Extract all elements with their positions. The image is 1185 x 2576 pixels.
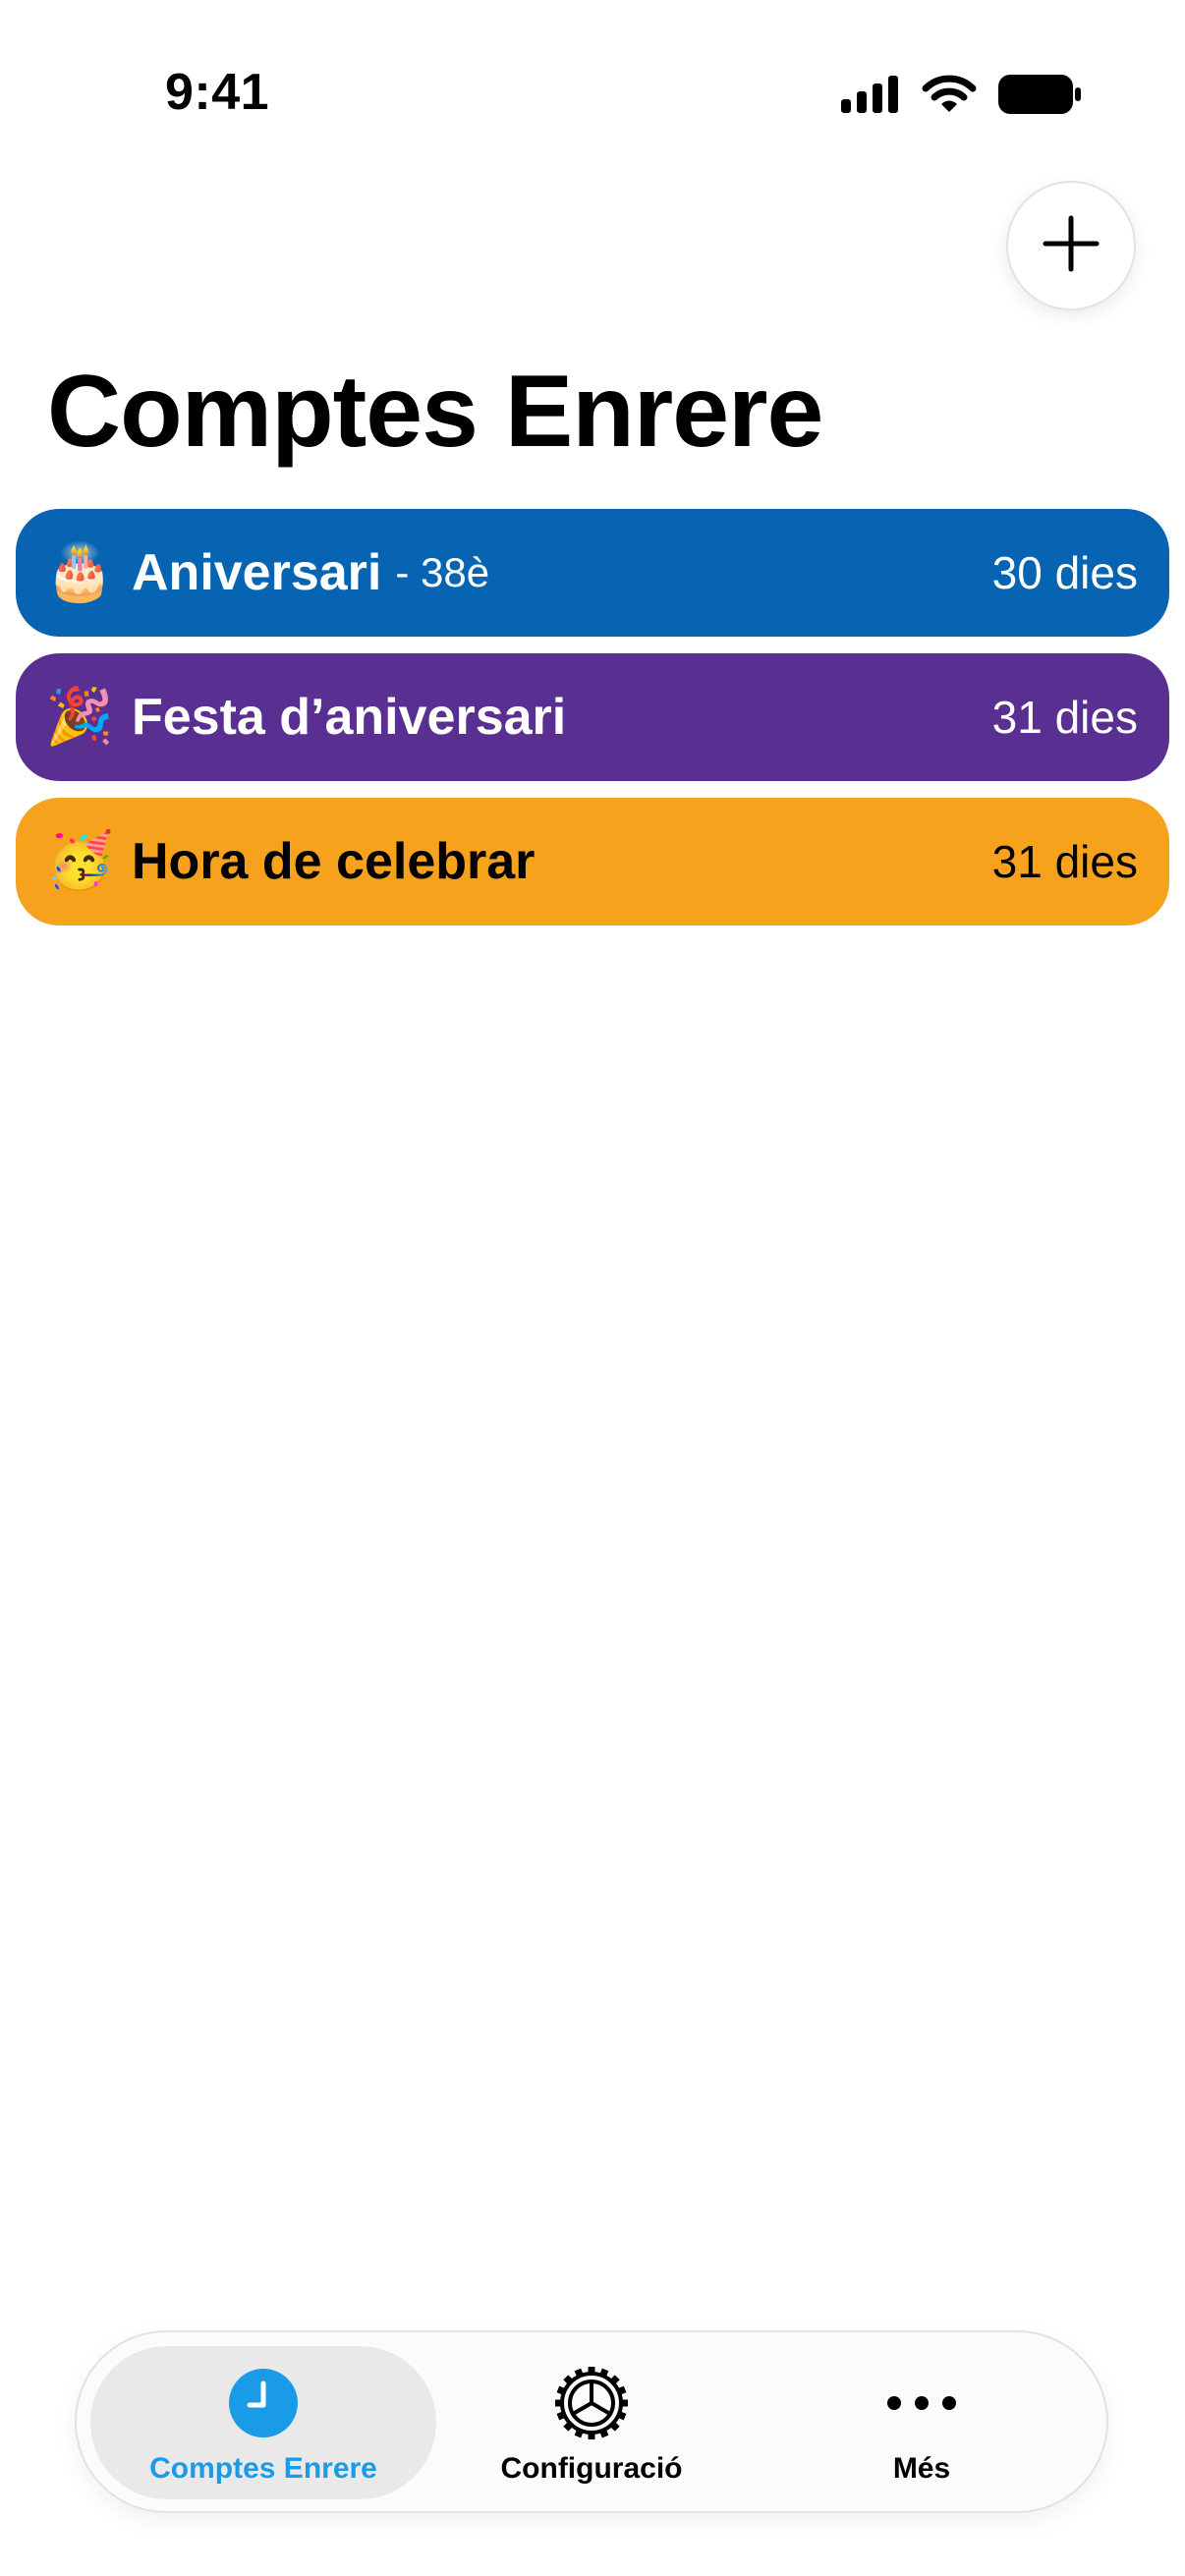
wifi-icon: [922, 75, 977, 119]
cake-emoji-icon: 🎂: [45, 540, 114, 604]
battery-icon: [998, 75, 1081, 119]
status-time: 9:41: [165, 64, 270, 121]
plus-icon: [1042, 214, 1100, 278]
tab-label: Comptes Enrere: [149, 2452, 377, 2485]
screen: 9:41 Comptes Enrere 🎂 Aniversari - 38è 3…: [0, 0, 1185, 2576]
tab-comptes-enrere[interactable]: Comptes Enrere: [90, 2346, 436, 2499]
event-card-hora[interactable]: 🥳 Hora de celebrar 31 dies: [16, 798, 1169, 925]
tab-mes[interactable]: Més: [749, 2346, 1095, 2499]
signal-icon: [841, 76, 900, 118]
event-days-count: 31 dies: [991, 692, 1138, 743]
add-button[interactable]: [1006, 181, 1136, 310]
tab-configuracio[interactable]: Configuració: [419, 2346, 764, 2499]
status-icons: [841, 75, 1081, 119]
more-icon: [886, 2368, 957, 2438]
event-card-festa[interactable]: 🎉 Festa d’aniversari 31 dies: [16, 653, 1169, 781]
tab-label: Més: [892, 2452, 951, 2485]
tab-label: Configuració: [500, 2452, 683, 2485]
event-subtitle: - 38è: [395, 549, 490, 595]
tab-bar: Comptes Enrere Configuració Més: [75, 2330, 1108, 2513]
partying-face-emoji-icon: 🥳: [45, 829, 114, 893]
event-days-count: 31 dies: [991, 836, 1138, 887]
page-title: Comptes Enrere: [47, 355, 823, 469]
event-title: Festa d’aniversari: [132, 689, 567, 746]
clock-icon: [228, 2368, 299, 2438]
event-title: Aniversari: [132, 544, 382, 601]
event-title: Hora de celebrar: [132, 833, 536, 890]
event-card-aniversari[interactable]: 🎂 Aniversari - 38è 30 dies: [16, 509, 1169, 637]
party-popper-emoji-icon: 🎉: [45, 685, 114, 749]
event-days-count: 30 dies: [991, 547, 1138, 598]
gear-icon: [552, 2367, 631, 2439]
event-list: 🎂 Aniversari - 38è 30 dies 🎉 Festa d’ani…: [16, 509, 1169, 942]
